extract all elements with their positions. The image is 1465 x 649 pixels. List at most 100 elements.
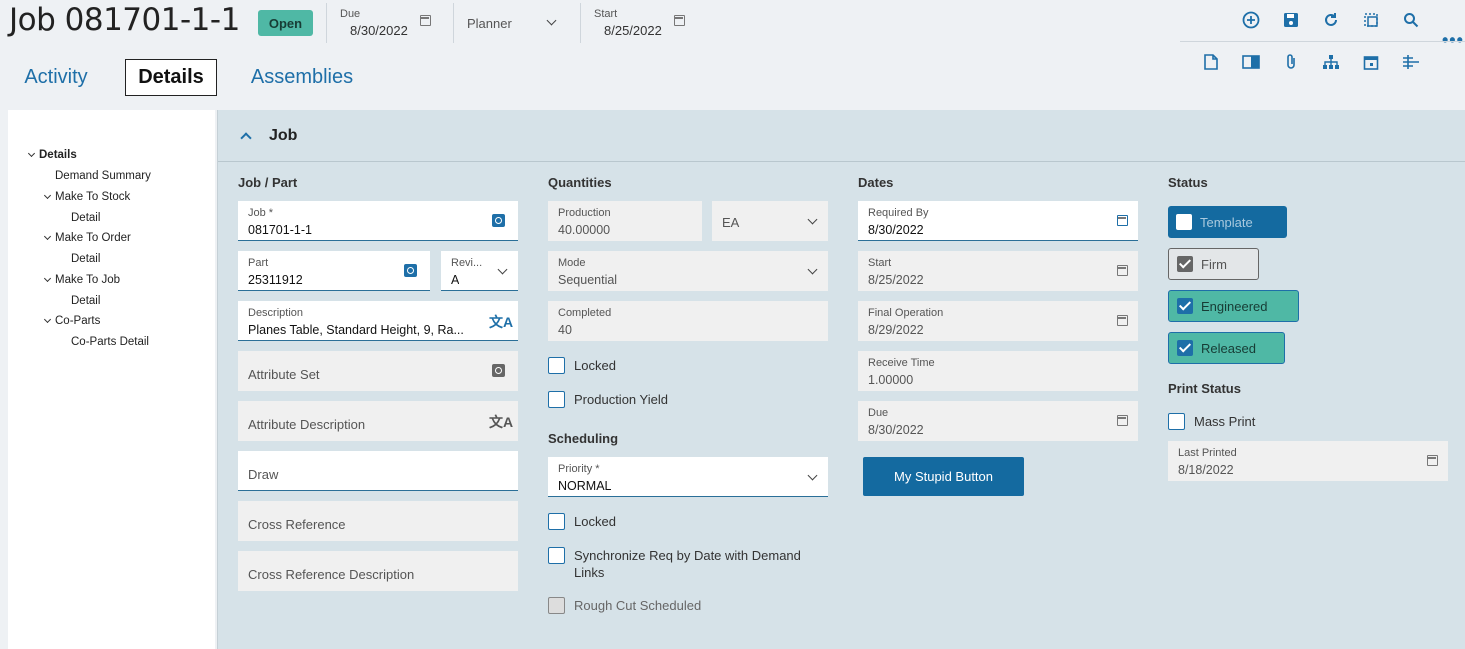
calendar-icon[interactable] [420,15,431,26]
hierarchy-icon[interactable] [1321,52,1341,72]
locked-checkbox[interactable]: Locked [548,357,616,374]
tab-assemblies[interactable]: Assemblies [240,59,364,96]
attachment-icon[interactable] [1281,52,1301,72]
priority-value[interactable]: NORMAL [558,479,611,493]
chevron-up-icon[interactable] [240,132,252,144]
chevron-down-icon[interactable] [43,315,52,324]
checkbox[interactable] [1176,214,1192,230]
tree-item-detail[interactable]: Detail [71,212,100,224]
priority-select[interactable]: Priority * NORMAL [548,457,828,497]
part-field[interactable]: Part 25311912 [238,251,430,291]
receive-time-field: Receive Time 1.00000 [858,351,1138,391]
chevron-down-icon[interactable] [27,149,36,158]
job-field-value[interactable]: 081701-1-1 [248,223,312,237]
attribute-set-field[interactable]: Attribute Set [238,351,518,391]
my-stupid-button[interactable]: My Stupid Button [863,457,1024,496]
draw-field[interactable]: Draw [238,451,518,491]
production-yield-checkbox[interactable]: Production Yield [548,391,668,408]
split-icon[interactable] [1401,52,1421,72]
select-icon[interactable] [1361,10,1381,30]
document-icon[interactable] [1201,52,1221,72]
firm-toggle[interactable]: Firm [1168,248,1259,280]
tree-item-details[interactable]: Details [27,149,77,161]
chevron-down-icon[interactable] [43,274,52,283]
start-date-field: Start 8/25/2022 [858,251,1138,291]
cross-reference-field[interactable]: Cross Reference [238,501,518,541]
calendar-icon[interactable] [674,15,685,26]
description-value[interactable]: Planes Table, Standard Height, 9, Ra... [248,323,478,337]
tree-item-demand-summary[interactable]: Demand Summary [55,170,151,182]
refresh-icon[interactable] [1321,10,1341,30]
translate-icon[interactable]: 文A [489,412,513,432]
checkbox[interactable] [1177,256,1193,272]
template-toggle[interactable]: Template [1168,206,1287,238]
checkbox[interactable] [1177,298,1193,314]
revision-label: Revi... [451,257,483,269]
divider [326,3,327,43]
checkbox[interactable] [548,513,565,530]
chevron-down-icon[interactable] [807,264,818,275]
checkbox[interactable] [548,391,565,408]
search-icon[interactable] [492,364,505,377]
mass-print-checkbox[interactable]: Mass Print [1168,413,1255,430]
section-status: Status [1168,175,1208,190]
job-panel-header[interactable]: Job [218,110,1465,162]
released-toggle[interactable]: Released [1168,332,1285,364]
due-value[interactable]: 8/30/2022 [350,23,408,38]
chevron-down-icon[interactable] [807,470,818,481]
search-icon[interactable] [404,264,417,277]
divider [580,3,581,43]
checkbox[interactable] [548,357,565,374]
required-by-value[interactable]: 8/30/2022 [868,223,924,237]
chevron-down-icon[interactable] [546,15,557,26]
production-field: Production 40.00000 [548,201,702,241]
required-by-label: Required By [868,207,929,219]
start-value[interactable]: 8/25/2022 [604,23,662,38]
save-icon[interactable] [1281,10,1301,30]
receive-time-value: 1.00000 [868,373,914,387]
checkbox[interactable] [1177,340,1193,356]
job-field[interactable]: Job * 081701-1-1 [238,201,518,241]
tree-item-detail[interactable]: Detail [71,253,100,265]
job-panel-title: Job [269,127,298,144]
synchronize-req-checkbox[interactable]: Synchronize Req by Date with Demand Link… [548,547,818,581]
tree-item-make-to-job[interactable]: Make To Job [43,274,120,286]
attribute-description-field[interactable]: Attribute Description 文A [238,401,518,441]
translate-icon[interactable]: 文A [489,312,513,332]
panel-icon[interactable] [1241,52,1261,72]
tree-item-make-to-stock[interactable]: Make To Stock [43,191,130,203]
tree-item-detail[interactable]: Detail [71,295,100,307]
tab-activity[interactable]: Activity [12,59,100,96]
chevron-down-icon[interactable] [807,214,818,225]
chevron-down-icon[interactable] [497,264,508,275]
cross-reference-description-field[interactable]: Cross Reference Description [238,551,518,591]
description-field[interactable]: Description Planes Table, Standard Heigh… [238,301,518,341]
uom-select[interactable]: EA [712,201,828,241]
planner-select[interactable]: Planner [467,16,512,31]
add-icon[interactable] [1241,10,1261,30]
tree-item-co-parts[interactable]: Co-Parts [43,315,100,327]
search-icon[interactable] [1401,10,1421,30]
part-field-value[interactable]: 25311912 [248,273,303,287]
revision-value[interactable]: A [451,273,459,287]
chevron-down-icon[interactable] [43,232,52,241]
checkbox[interactable] [548,547,565,564]
required-by-field[interactable]: Required By 8/30/2022 [858,201,1138,241]
section-scheduling: Scheduling [548,431,619,446]
tree-item-make-to-order[interactable]: Make To Order [43,232,131,244]
calendar-icon [1427,455,1438,466]
calendar-icon[interactable] [1117,215,1128,226]
engineered-toggle[interactable]: Engineered [1168,290,1299,322]
calendar-icon[interactable] [1361,52,1381,72]
revision-select[interactable]: Revi... A [441,251,518,291]
search-icon[interactable] [492,214,505,227]
checkbox[interactable] [1168,413,1185,430]
final-operation-label: Final Operation [868,307,944,319]
chevron-down-icon[interactable] [43,191,52,200]
scheduling-locked-checkbox[interactable]: Locked [548,513,616,530]
mode-label: Mode [558,257,586,269]
mode-select[interactable]: Mode Sequential [548,251,828,291]
section-quantities: Quantities [548,175,612,190]
tab-details[interactable]: Details [125,59,217,96]
tree-item-co-parts-detail[interactable]: Co-Parts Detail [71,336,149,348]
